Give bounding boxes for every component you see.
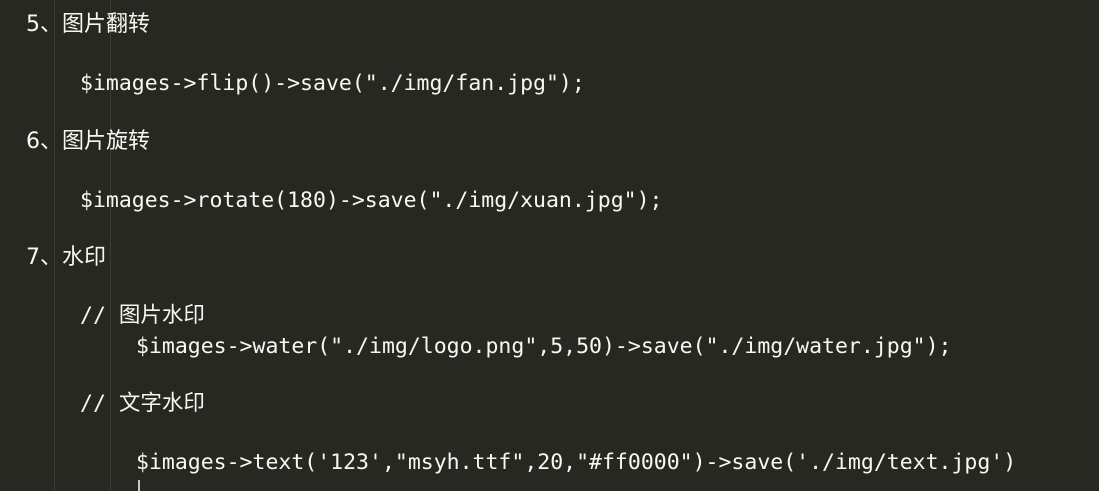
code-line-flip[interactable]: $images->flip()->save("./img/fan.jpg"); [80,69,585,99]
comment-text-watermark[interactable]: // 文字水印 [80,389,205,419]
section-heading-rotate: 6、图片旋转 [26,129,150,154]
code-line-rotate[interactable]: $images->rotate(180)->save("./img/xuan.j… [80,186,662,216]
comment-image-watermark[interactable]: // 图片水印 [80,301,205,331]
code-line-text-watermark[interactable]: $images->text('123',"msyh.ttf",20,"#ff00… [136,448,1016,478]
section-heading-watermark: 7、水印 [26,245,106,270]
section-heading-flip: 5、图片翻转 [26,12,150,37]
code-line-image-watermark[interactable]: $images->water("./img/logo.png",5,50)->s… [136,332,951,362]
code-editor[interactable]: 5、图片翻转 $images->flip()->save("./img/fan.… [0,0,1099,491]
text-cursor [138,480,140,491]
